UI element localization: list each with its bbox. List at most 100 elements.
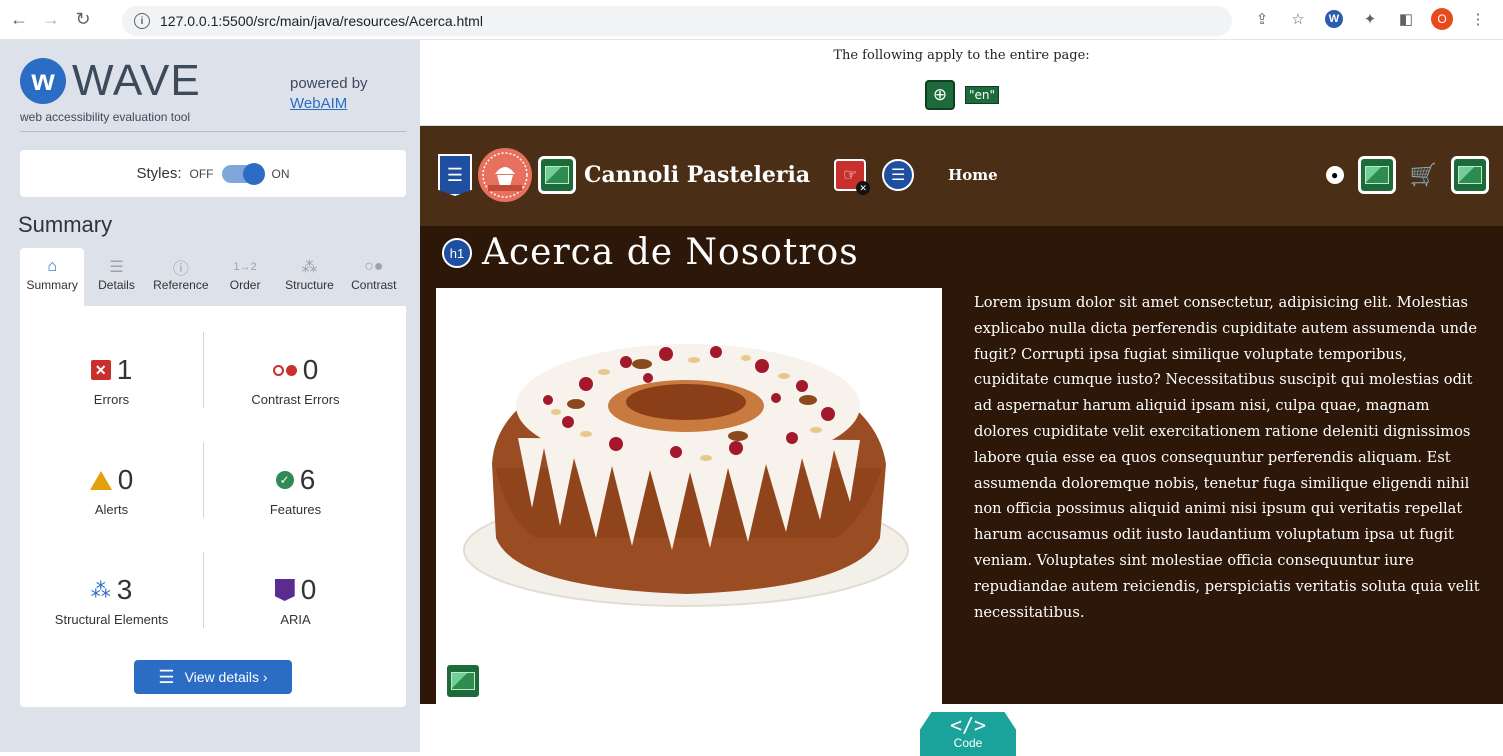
tab-label: Reference (153, 278, 209, 292)
cupcake-logo-icon (479, 149, 531, 201)
nav-home-link[interactable]: Home (948, 166, 998, 184)
bundt-cake-illustration (463, 344, 909, 607)
summary-panel: ✕ 1 Errors 0 Contrast Errors 0 Alerts ✓ 6 … (20, 306, 406, 707)
aria-label: ARIA (280, 612, 311, 627)
menu-kebab-icon[interactable]: ⋮ (1467, 8, 1489, 30)
wave-sidebar: w WAVE web accessibility evaluation tool… (0, 40, 420, 752)
about-paragraph: Lorem ipsum dolor sit amet consectetur, … (974, 294, 1480, 621)
wave-tabs: ⌂ Summary ☰ Details ⓘ Reference 1→2 Orde… (20, 248, 406, 306)
tab-label: Structure (285, 278, 334, 292)
list-icon: ☰ (109, 259, 124, 276)
view-details-label: View details › (184, 669, 268, 685)
aria-count: 0 (300, 574, 317, 605)
heading-level-badge[interactable]: h1 (442, 238, 472, 268)
wave-extension-icon[interactable]: W (1323, 8, 1345, 30)
styles-on-label: ON (271, 166, 290, 181)
image-icon[interactable] (538, 156, 576, 194)
url-text: 127.0.0.1:5500/src/main/java/resources/A… (160, 13, 483, 29)
wave-logo-icon: w (20, 58, 66, 104)
wave-logo-text: WAVE (72, 56, 201, 105)
site-header: ☰ Cannoli Pasteleria ☞ ☰ Home ● 🛒 (420, 126, 1503, 226)
site-logo[interactable] (478, 148, 532, 202)
code-toggle-button[interactable]: </> Code (920, 712, 1016, 756)
apply-note: The following apply to the entire page: (833, 48, 1090, 63)
language-globe-icon[interactable]: ⊕ (925, 80, 955, 110)
view-details-button[interactable]: ☰ View details › (134, 660, 292, 694)
structural-label: Structural Elements (54, 612, 169, 627)
image-icon[interactable] (1357, 156, 1396, 194)
page-bottom: </> Code (420, 704, 1503, 756)
stat-structural[interactable]: ⁂ 3 Structural Elements (20, 558, 203, 668)
profile-avatar[interactable]: O (1431, 8, 1453, 30)
cake-image (436, 288, 942, 704)
aria-icon (274, 579, 295, 601)
image-icon[interactable] (1451, 156, 1489, 194)
webaim-link[interactable]: WebAIM (290, 95, 347, 112)
link-error-icon[interactable]: ☞ (834, 159, 871, 195)
share-icon[interactable]: ⇪ (1251, 8, 1273, 30)
tab-summary[interactable]: ⌂ Summary (20, 248, 85, 306)
alerts-count: 0 (117, 464, 134, 495)
about-section: h1 Acerca de Nosotros Lorem ipsum dolor … (420, 226, 1503, 704)
bookmark-star-icon[interactable]: ☆ (1287, 8, 1309, 30)
styles-toggle[interactable] (221, 162, 265, 185)
structure-icon: ⁂ (90, 579, 111, 602)
stat-aria[interactable]: 0 ARIA (204, 558, 387, 668)
styles-label: Styles: (136, 165, 182, 182)
tab-reference[interactable]: ⓘ Reference (149, 248, 213, 306)
site-brand[interactable]: Cannoli Pasteleria (584, 162, 810, 188)
stat-features[interactable]: ✓ 6 Features (204, 448, 387, 558)
page-title: Acerca de Nosotros (482, 232, 859, 273)
errors-count: 1 (116, 354, 133, 385)
structural-count: 3 (116, 574, 133, 605)
wave-tagline: web accessibility evaluation tool (20, 110, 191, 124)
tab-label: Order (229, 278, 261, 292)
stat-errors[interactable]: ✕ 1 Errors (20, 338, 203, 448)
structure-icon: ⁂ (301, 259, 318, 276)
site-info-icon[interactable]: i (134, 13, 150, 29)
styles-off-label: OFF (189, 166, 214, 181)
tab-label: Summary (26, 278, 78, 292)
language-tag: "en" (965, 86, 1000, 104)
address-bar[interactable]: i 127.0.0.1:5500/src/main/java/resources… (122, 6, 1232, 36)
tab-label: Contrast (351, 278, 397, 292)
stat-contrast-errors[interactable]: 0 Contrast Errors (204, 338, 387, 448)
order-icon: 1→2 (233, 261, 257, 273)
browser-actions: ⇪ ☆ W ✦ ◧ O ⋮ (1251, 8, 1489, 30)
alerts-label: Alerts (94, 502, 129, 517)
unordered-list-icon[interactable]: ☰ (882, 159, 915, 191)
code-icon: </> (949, 713, 987, 737)
contrast-errors-count: 0 (302, 354, 319, 385)
summary-heading: Summary (18, 212, 113, 237)
browser-toolbar: ← → ↻ i 127.0.0.1:5500/src/main/java/res… (0, 0, 1503, 40)
errors-label: Errors (93, 392, 130, 407)
error-icon: ✕ (90, 360, 111, 380)
extensions-puzzle-icon[interactable]: ✦ (1359, 8, 1381, 30)
stat-alerts[interactable]: 0 Alerts (20, 448, 203, 558)
features-count: 6 (299, 464, 316, 495)
reload-icon[interactable]: ↻ (70, 7, 96, 33)
tab-label: Details (98, 278, 135, 292)
wave-logo: w WAVE (20, 56, 201, 106)
alert-icon (89, 470, 112, 490)
tab-order[interactable]: 1→2 Order (213, 248, 277, 306)
back-arrow-icon[interactable]: ← (6, 7, 32, 33)
list-icon: ☰ (158, 666, 175, 687)
cart-icon[interactable]: 🛒 (1410, 162, 1437, 188)
contrast-errors-label: Contrast Errors (251, 392, 340, 407)
image-icon[interactable] (444, 662, 482, 700)
tab-structure[interactable]: ⁂ Structure (277, 248, 341, 306)
document-structure-icon[interactable]: ☰ (438, 154, 472, 196)
powered-by-label: powered by (290, 75, 368, 92)
code-label: Code (953, 736, 983, 750)
contrast-icon: ○● (364, 258, 384, 275)
tab-details[interactable]: ☰ Details (84, 248, 148, 306)
feature-check-icon: ✓ (275, 471, 294, 489)
forward-arrow-icon[interactable]: → (38, 7, 64, 33)
styles-toggle-box: Styles: OFF ON (20, 150, 406, 197)
page-level-annotations: The following apply to the entire page: … (420, 40, 1503, 126)
user-icon[interactable]: ● (1325, 166, 1344, 184)
home-icon: ⌂ (47, 258, 57, 275)
side-panel-icon[interactable]: ◧ (1395, 8, 1417, 30)
tab-contrast[interactable]: ○● Contrast (342, 248, 406, 306)
